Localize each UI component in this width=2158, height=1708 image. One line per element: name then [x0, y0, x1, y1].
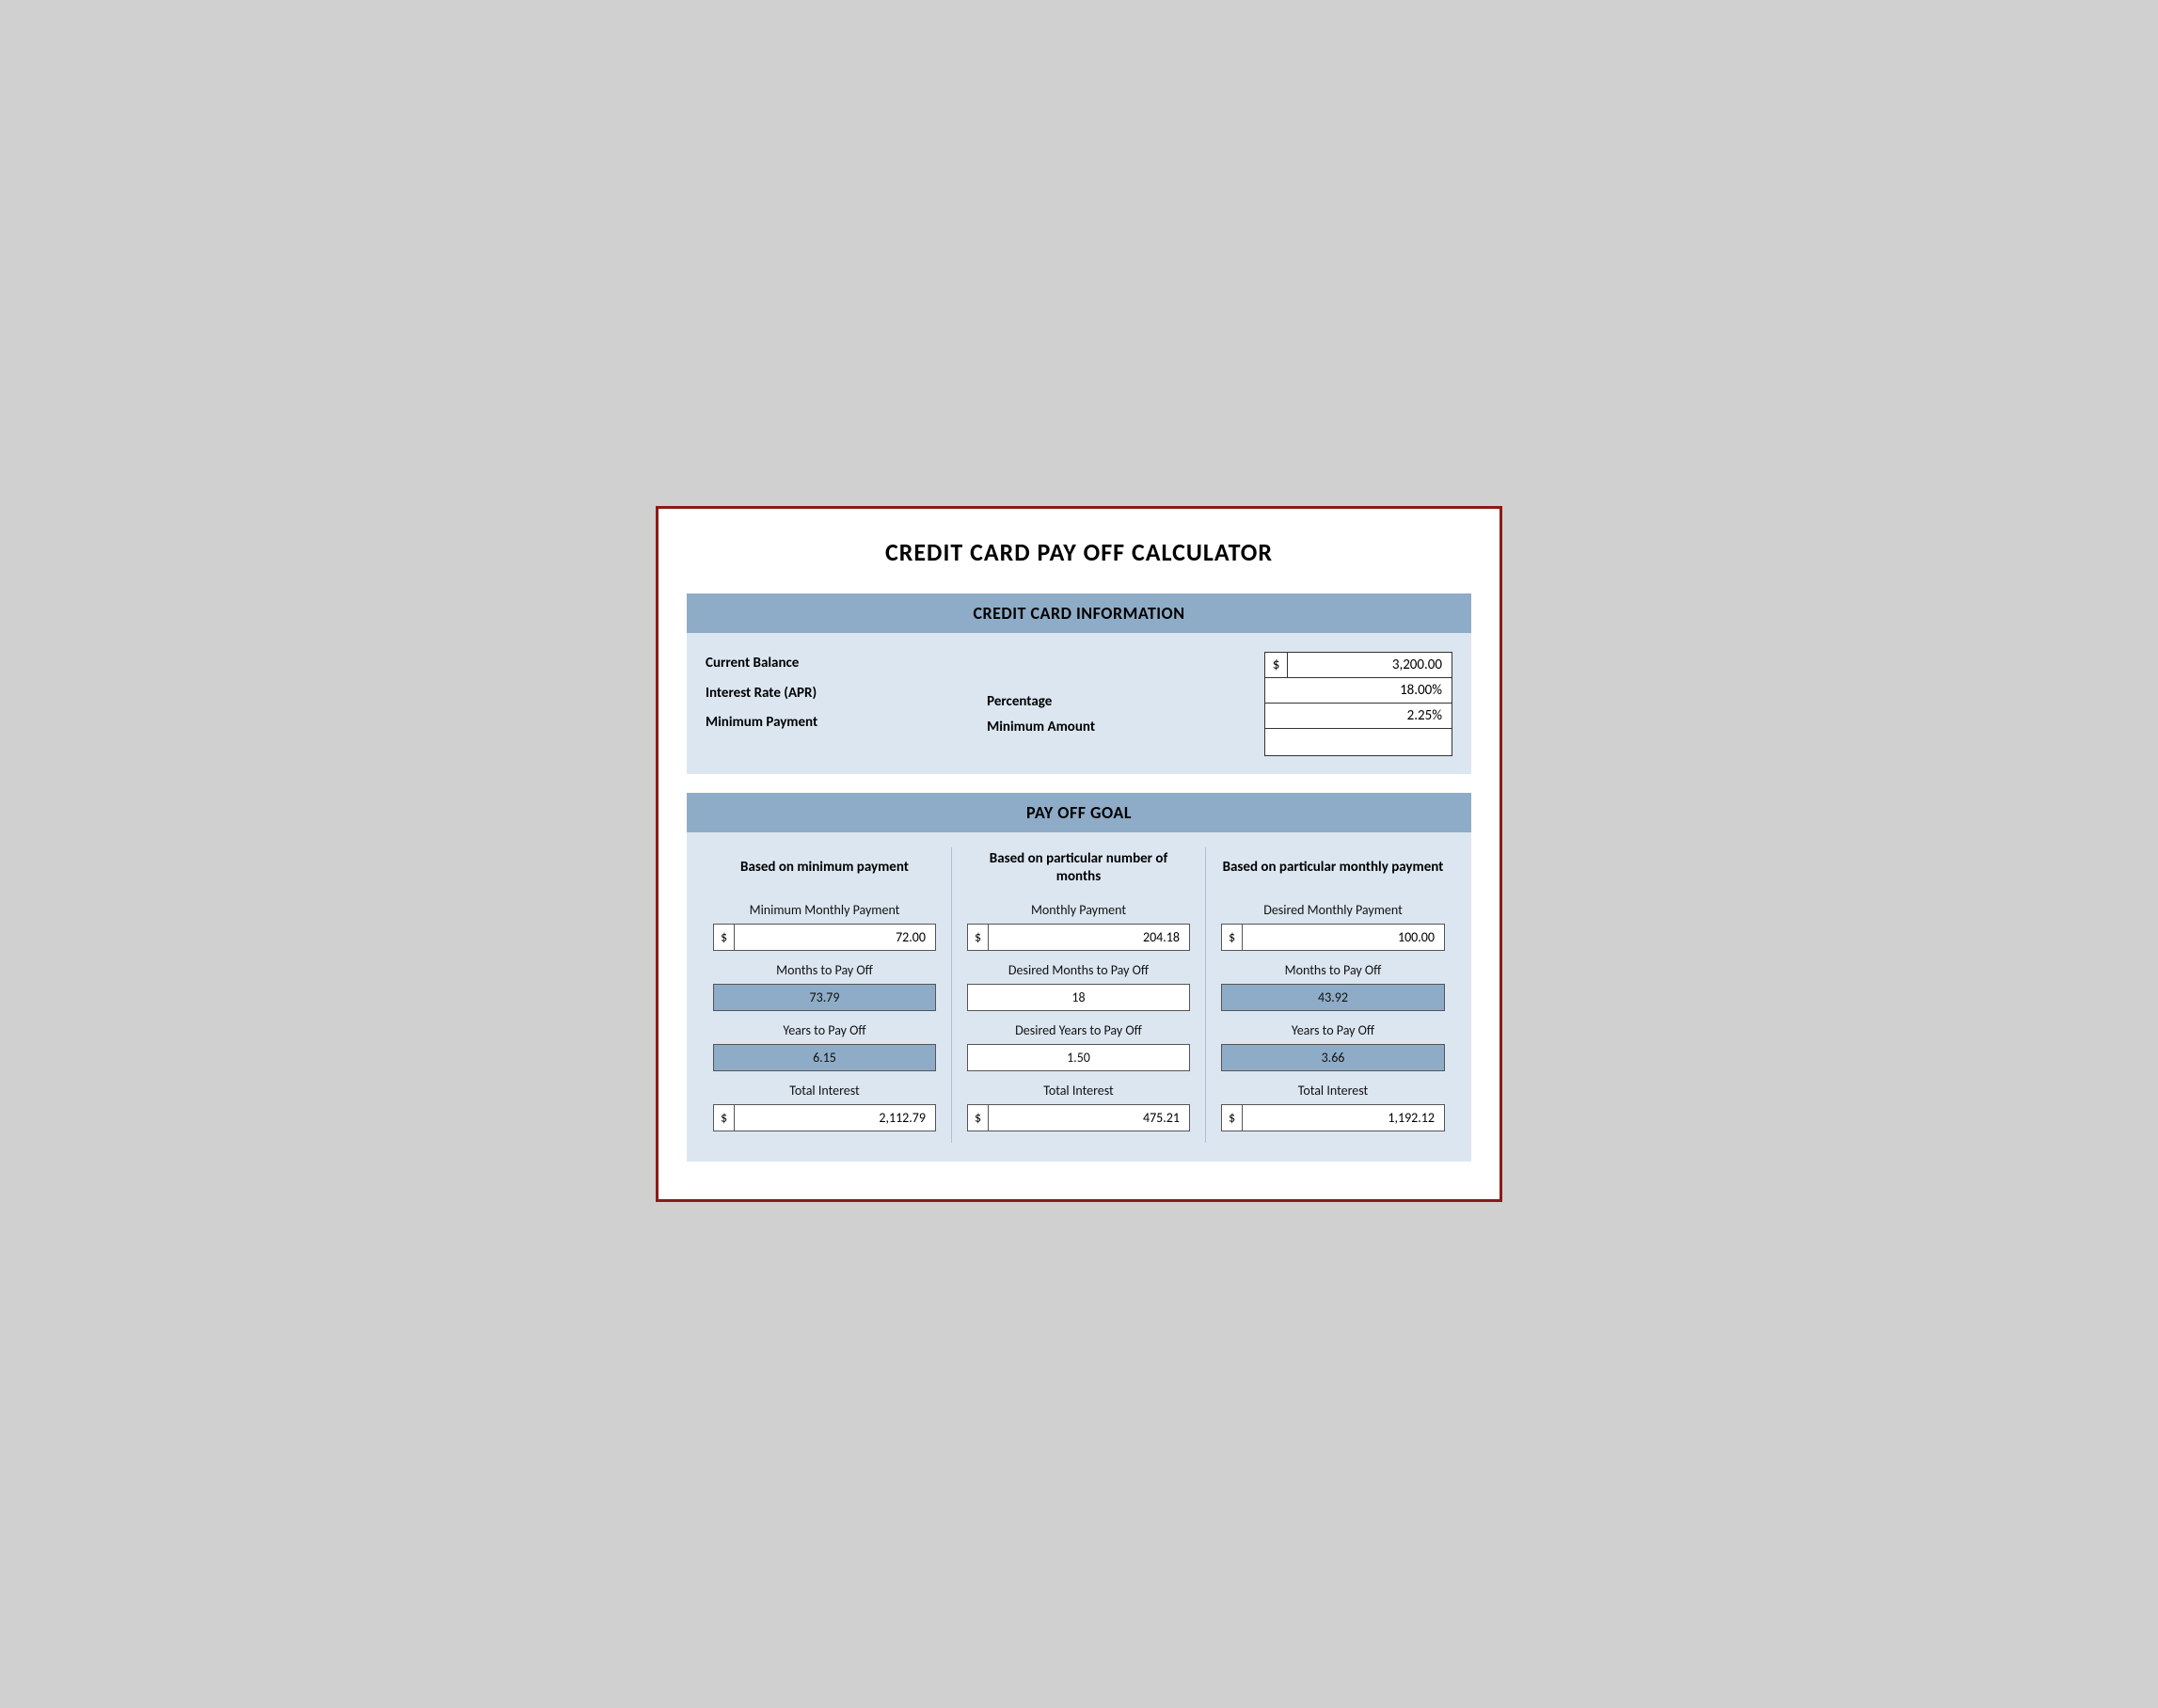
col2-interest-label: Total Interest [1043, 1083, 1114, 1099]
col2-interest-input: $ 475.21 [967, 1104, 1190, 1131]
payoff-body: Based on minimum payment Minimum Monthly… [687, 832, 1471, 1162]
col3-monthly-val: 100.00 [1243, 925, 1444, 950]
col2-months-val[interactable]: 18 [967, 984, 1190, 1011]
col1-months-label: Months to Pay Off [776, 962, 873, 978]
cc-info-header: CREDIT CARD INFORMATION [687, 593, 1471, 633]
col1-years-label: Years to Pay Off [783, 1022, 865, 1038]
payoff-header: PAY OFF GOAL [687, 793, 1471, 832]
col2-monthly-val: 204.18 [989, 925, 1189, 950]
col1-currency: $ [714, 925, 735, 950]
cc-input-fields: $ 3,200.00 18.00% 2.25% [1264, 652, 1452, 755]
payoff-col-2: Based on particular number of months Mon… [952, 847, 1206, 1143]
col2-monthly-input[interactable]: $ 204.18 [967, 924, 1190, 951]
col2-years-val: 1.50 [967, 1044, 1190, 1071]
main-title: CREDIT CARD PAY OFF CALCULATOR [687, 537, 1471, 567]
payoff-section: PAY OFF GOAL Based on minimum payment Mi… [687, 793, 1471, 1162]
min-amount-value [1265, 729, 1452, 755]
col1-monthly-label: Minimum Monthly Payment [750, 902, 900, 918]
minimum-label: Minimum Payment [706, 711, 817, 735]
col2-header: Based on particular number of months [967, 847, 1190, 889]
min-payment-pct-row[interactable]: 2.25% [1264, 703, 1452, 729]
col3-header: Based on particular monthly payment [1223, 847, 1444, 889]
col1-interest-input: $ 2,112.79 [713, 1104, 936, 1131]
col3-monthly-label: Desired Monthly Payment [1263, 902, 1403, 918]
col3-currency: $ [1222, 925, 1243, 950]
col1-interest-label: Total Interest [789, 1083, 860, 1099]
col2-interest-currency: $ [968, 1105, 989, 1131]
col1-months-val: 73.79 [713, 984, 936, 1011]
interest-value: 18.00% [1265, 678, 1452, 703]
col1-monthly-input[interactable]: $ 72.00 [713, 924, 936, 951]
col3-months-val: 43.92 [1221, 984, 1445, 1011]
col2-interest-val: 475.21 [989, 1105, 1189, 1131]
payoff-col-3: Based on particular monthly payment Desi… [1206, 847, 1460, 1143]
balance-currency: $ [1265, 653, 1288, 677]
percentage-label: Percentage [987, 689, 1095, 715]
col3-months-label: Months to Pay Off [1285, 962, 1382, 978]
calculator-container: CREDIT CARD PAY OFF CALCULATOR CREDIT CA… [656, 506, 1502, 1202]
cc-info-body: Current Balance Interest Rate (APR) Mini… [687, 633, 1471, 774]
col3-interest-label: Total Interest [1298, 1083, 1369, 1099]
col3-years-val: 3.66 [1221, 1044, 1445, 1071]
credit-card-section: CREDIT CARD INFORMATION Current Balance … [687, 593, 1471, 774]
min-payment-pct-value: 2.25% [1265, 704, 1452, 728]
col1-interest-val: 2,112.79 [735, 1105, 935, 1131]
cc-middle-labels: Percentage Minimum Amount [987, 652, 1095, 740]
col3-years-label: Years to Pay Off [1292, 1022, 1374, 1038]
payoff-col-1: Based on minimum payment Minimum Monthly… [698, 847, 952, 1143]
col1-years-val: 6.15 [713, 1044, 936, 1071]
interest-input-row[interactable]: 18.00% [1264, 677, 1452, 704]
col2-currency: $ [968, 925, 989, 950]
balance-input-row[interactable]: $ 3,200.00 [1264, 652, 1452, 678]
col3-interest-currency: $ [1222, 1105, 1243, 1131]
min-amount-row[interactable] [1264, 728, 1452, 756]
col3-interest-val: 1,192.12 [1243, 1105, 1444, 1131]
col1-header: Based on minimum payment [740, 847, 909, 889]
minimum-amount-label: Minimum Amount [987, 715, 1095, 740]
col1-interest-currency: $ [714, 1105, 735, 1131]
col2-monthly-label: Monthly Payment [1031, 902, 1126, 918]
col2-months-label: Desired Months to Pay Off [1008, 962, 1149, 978]
col3-monthly-input[interactable]: $ 100.00 [1221, 924, 1445, 951]
col2-years-label: Desired Years to Pay Off [1015, 1022, 1142, 1038]
balance-value: 3,200.00 [1288, 653, 1452, 677]
balance-label: Current Balance [706, 652, 817, 676]
cc-field-labels: Current Balance Interest Rate (APR) Mini… [706, 652, 817, 735]
col3-interest-input: $ 1,192.12 [1221, 1104, 1445, 1131]
interest-label: Interest Rate (APR) [706, 682, 817, 706]
col1-monthly-val: 72.00 [735, 925, 935, 950]
